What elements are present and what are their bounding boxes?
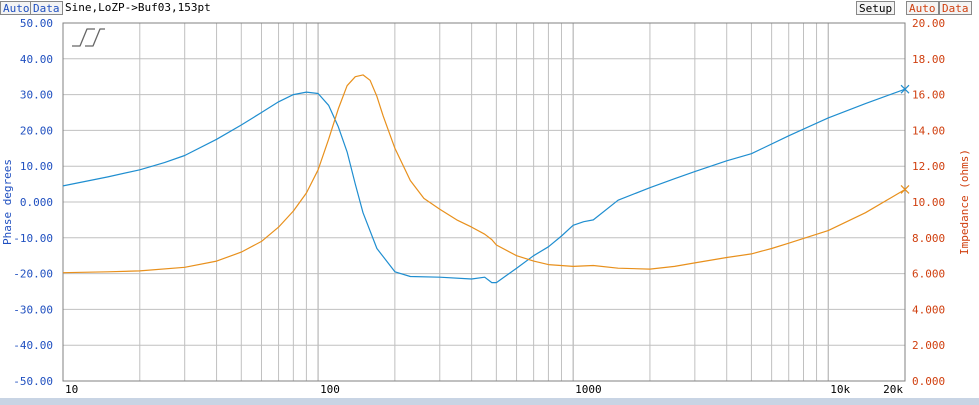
left-tick-label: 40.00 <box>20 53 53 66</box>
right-tick-label: 2.000 <box>912 339 945 352</box>
right-tick-label: 4.000 <box>912 303 945 316</box>
left-tick-label: 10.00 <box>20 160 53 173</box>
right-tick-label: 0.000 <box>912 375 945 388</box>
right-tick-label: 6.000 <box>912 268 945 281</box>
right-axis-title: Impedance (ohms) <box>958 149 971 255</box>
left-tick-label: 20.00 <box>20 124 53 137</box>
left-tick-label: -40.00 <box>13 339 53 352</box>
left-tick-label: 30.00 <box>20 89 53 102</box>
left-tick-label: -20.00 <box>13 268 53 281</box>
bode-chart: -50.00 -40.00 -30.00 -20.00 -10.00 0.000 10.00… <box>1 17 971 396</box>
right-tick-label: 12.00 <box>912 160 945 173</box>
right-tick-label: 18.00 <box>912 53 945 66</box>
left-tick-label: 0.000 <box>20 196 53 209</box>
x-tick-label: 10 <box>65 383 78 396</box>
left-axis-title: Phase degrees <box>1 159 14 245</box>
left-tick-label: 50.00 <box>20 17 53 30</box>
bottom-strip <box>0 398 979 405</box>
x-tick-label: 100 <box>320 383 340 396</box>
left-tick-label: -30.00 <box>13 303 53 316</box>
left-tick-label: -10.00 <box>13 232 53 245</box>
right-tick-label: 16.00 <box>912 89 945 102</box>
x-tick-label: 10k <box>830 383 850 396</box>
x-tick-label: 20k <box>883 383 903 396</box>
right-tick-label: 10.00 <box>912 196 945 209</box>
x-tick-label: 1000 <box>575 383 602 396</box>
right-tick-label: 14.00 <box>912 124 945 137</box>
left-tick-label: -50.00 <box>13 375 53 388</box>
right-tick-label: 20.00 <box>912 17 945 30</box>
right-tick-label: 8.000 <box>912 232 945 245</box>
